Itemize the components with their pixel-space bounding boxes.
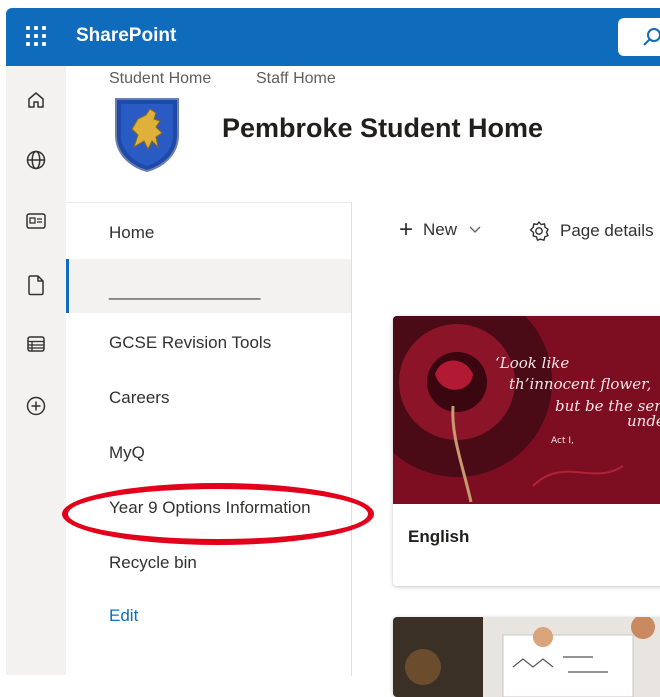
quote-line-2: th’innocent flower, <box>509 375 651 393</box>
nav-item-label: Careers <box>109 388 170 407</box>
nav-item-label: Year 9 Options Information <box>109 498 311 517</box>
nav-item-label: Home <box>109 223 155 242</box>
card-second[interactable] <box>393 617 660 697</box>
page-details-label: Page details <box>560 221 654 240</box>
nav-item-gcse-revision-tools[interactable]: GCSE Revision Tools <box>66 315 351 369</box>
nav-item-label: Recycle bin <box>109 553 197 572</box>
create-icon[interactable] <box>24 394 48 418</box>
app-name[interactable]: SharePoint <box>76 25 176 47</box>
quote-caption: Act I, <box>551 436 574 446</box>
nav-item-careers[interactable]: Careers <box>66 370 351 424</box>
home-icon[interactable] <box>24 88 48 112</box>
news-icon[interactable] <box>24 209 48 233</box>
gear-icon <box>529 221 549 241</box>
new-button[interactable]: + New <box>399 216 481 243</box>
search-box[interactable] <box>618 18 660 56</box>
globe-icon[interactable] <box>24 148 48 172</box>
app-rail <box>6 66 66 675</box>
card-english[interactable]: ‘Look like th’innocent flower, but be th… <box>393 316 660 586</box>
search-icon <box>643 28 660 46</box>
plus-icon: + <box>399 216 414 243</box>
selected-indicator <box>66 259 69 313</box>
second-card-image <box>393 617 660 697</box>
list-icon[interactable] <box>24 332 48 356</box>
quote-line-4: under’t <box>627 412 660 430</box>
suite-header: SharePoint <box>6 8 660 66</box>
school-crest-logo[interactable] <box>112 95 182 173</box>
page-details-button[interactable]: Page details <box>528 220 654 242</box>
edit-nav-link[interactable]: Edit <box>109 606 138 626</box>
nav-item-recycle-bin[interactable]: Recycle bin <box>66 535 351 589</box>
site-title: Pembroke Student Home <box>222 113 544 143</box>
nav-item-label: ________________ <box>109 281 261 300</box>
nav-item-label: MyQ <box>109 443 145 462</box>
quote-line-1: ‘Look like <box>495 354 569 372</box>
nav-item-placeholder[interactable]: ________________ <box>66 259 351 313</box>
card-title: English <box>408 527 470 546</box>
new-label: New <box>423 220 458 239</box>
nav-item-myq[interactable]: MyQ <box>66 425 351 479</box>
chevron-down-icon <box>469 226 481 233</box>
document-icon[interactable] <box>24 273 48 297</box>
nav-item-home[interactable]: Home <box>66 205 351 259</box>
top-nav-staff-home[interactable]: Staff Home <box>256 70 336 88</box>
site-left-nav: Home ________________ GCSE Revision Tool… <box>66 202 352 676</box>
nav-item-label: GCSE Revision Tools <box>109 333 272 352</box>
top-nav-student-home[interactable]: Student Home <box>109 70 211 88</box>
waffle-icon[interactable] <box>26 26 48 48</box>
nav-item-year-9-options[interactable]: Year 9 Options Information <box>66 480 351 534</box>
english-card-image: ‘Look like th’innocent flower, but be th… <box>393 316 660 504</box>
